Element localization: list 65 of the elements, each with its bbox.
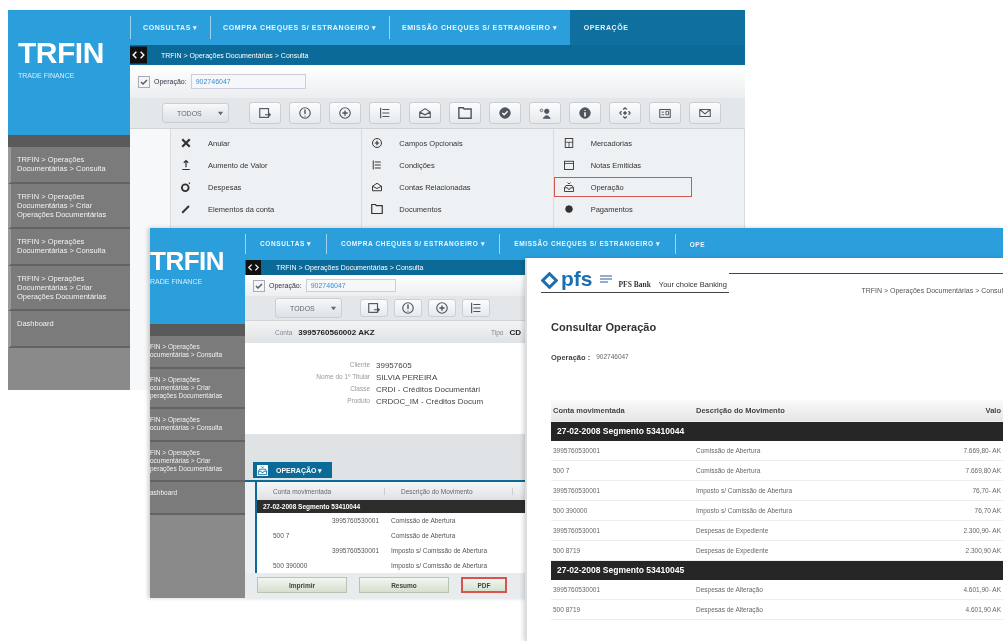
account-number: 3995760560002 AKZ: [298, 327, 375, 337]
caret-icon: [217, 109, 224, 117]
dot-icon: [562, 203, 575, 215]
toolbar-button[interactable]: [394, 299, 422, 317]
toolbar-button[interactable]: [689, 102, 721, 124]
tray-icon: [562, 181, 575, 193]
type-value: CD: [509, 327, 521, 337]
export-icon: [367, 301, 381, 315]
tray-icon: [257, 465, 268, 476]
toolbar-button[interactable]: [609, 102, 641, 124]
toolbar-button[interactable]: [489, 102, 521, 124]
segment-row: 27-02-2008 Segmento 53410044: [551, 422, 1003, 441]
list-icon: [371, 159, 384, 171]
detail-value: CRDOC_IM - Créditos Docum: [376, 397, 484, 406]
target-icon: [618, 106, 632, 120]
toolbar-button[interactable]: [360, 299, 388, 317]
list-icon: [378, 106, 392, 120]
toolbar-button[interactable]: [329, 102, 361, 124]
toolbar-button[interactable]: [529, 102, 561, 124]
check-circle-icon: [498, 106, 512, 120]
page-title: Consultar Operação: [551, 321, 658, 333]
detail-value: SILVIA PEREIRA: [376, 373, 438, 382]
coin-icon: [180, 181, 192, 193]
cross-icon: [180, 137, 192, 149]
toolbar-button[interactable]: [409, 102, 441, 124]
checkbox[interactable]: [253, 279, 265, 292]
calendar-icon: [562, 159, 575, 171]
alert-icon: [401, 301, 415, 315]
plus-circle-icon: [338, 106, 352, 120]
grid-icon: [562, 137, 575, 149]
app-logo: TRFIN: [18, 38, 105, 68]
lines-icon: [598, 272, 613, 285]
person-icon: [538, 106, 552, 120]
checkbox[interactable]: [138, 75, 150, 88]
envelope-icon: [371, 181, 384, 193]
toolbar-button[interactable]: [449, 102, 481, 124]
up-arrow-icon: [180, 159, 192, 171]
info-icon: [578, 106, 592, 120]
detail-value: CRDI - Créditos Documentári: [376, 385, 481, 394]
brand-logo: pfs: [561, 270, 593, 289]
app-logo: TRFIN: [150, 248, 226, 274]
plus-circle-icon: [371, 137, 384, 149]
toolbar-button[interactable]: [289, 102, 321, 124]
toolbar-button[interactable]: [369, 102, 401, 124]
envelope-icon: [698, 106, 712, 120]
collapse-toggle-icon[interactable]: [245, 260, 262, 275]
list-icon: [469, 301, 483, 315]
pencil-icon: [180, 203, 192, 215]
folder-icon: [458, 106, 472, 120]
diamond-logo-icon: [541, 271, 558, 289]
collapse-toggle-icon[interactable]: [130, 45, 147, 65]
folder-icon: [371, 203, 384, 215]
export-icon: [258, 106, 272, 120]
toolbar-button[interactable]: [462, 299, 490, 317]
envelope-icon: [418, 106, 432, 120]
caret-icon: [330, 304, 337, 312]
card-icon: [658, 106, 672, 120]
segment-row: 27-02-2008 Segmento 53410045: [551, 561, 1003, 580]
toolbar-button[interactable]: [649, 102, 681, 124]
detail-value: 39957605: [376, 361, 412, 370]
plus-circle-icon: [435, 301, 449, 315]
toolbar-button[interactable]: [249, 102, 281, 124]
toolbar-button[interactable]: [428, 299, 456, 317]
alert-icon: [298, 106, 312, 120]
toolbar-button[interactable]: [569, 102, 601, 124]
